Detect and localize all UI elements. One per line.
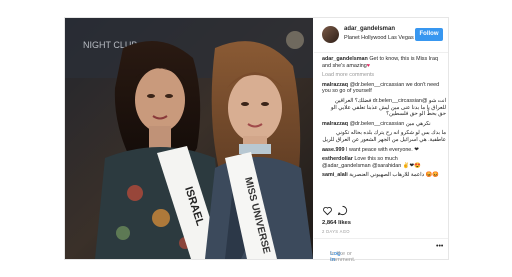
comment-item: malrazzaq @dr.belen__circassian نكرهي مي… (322, 121, 446, 128)
comment-username[interactable]: malrazzaq (322, 121, 348, 127)
comments-list[interactable]: adar_gandelsman Get to know, this is Mis… (322, 56, 446, 198)
comment-username[interactable]: aase.999 (322, 147, 344, 153)
comment-text: ما بدك بس لو شكرو انه رح يترك بلده بحاله… (322, 130, 446, 143)
comment-text: انت شو @dr.belen__circassian فضلك؟ العرا… (330, 97, 446, 118)
comment-item: انت شو @dr.belen__circassian فضلك؟ العرا… (322, 98, 446, 118)
login-prompt: Log in to like or comment. ••• (314, 238, 448, 263)
photo-illustration: NIGHT CLUB ISRAEL MISS UNIVERSE (65, 18, 313, 259)
comment-item: malrazzaq @dr.belen__circassian we don't… (322, 82, 446, 95)
comment-username[interactable]: sami_alali (322, 172, 348, 178)
heart-emoji: ♥ (366, 62, 370, 69)
post-photo[interactable]: NIGHT CLUB ISRAEL MISS UNIVERSE (65, 18, 313, 259)
more-options-icon[interactable]: ••• (436, 243, 443, 250)
comment-username[interactable]: malrazzaq (322, 82, 348, 88)
heart-icon[interactable] (322, 205, 333, 216)
comment-item: sami_alali داعمة للارهاب الصهيوني العنصر… (322, 172, 446, 179)
comment-item: aase.999 I want peace with everyone. ❤ (322, 147, 446, 154)
comment-text: @dr.belen__circassian نكرهي مين (349, 120, 431, 127)
comment-text: I want peace with everyone. ❤ (345, 146, 419, 153)
avatar[interactable] (322, 26, 339, 43)
caption: adar_gandelsman Get to know, this is Mis… (322, 56, 446, 69)
comment-username[interactable]: estherdollar (322, 156, 353, 162)
action-bar (322, 205, 446, 217)
post-header: adar_gandelsman Planet Hollywood Las Veg… (314, 18, 448, 53)
comment-item: ما بدك بس لو شكرو انه رح يترك بلده بحاله… (322, 130, 446, 143)
load-more-comments-link[interactable]: Load more comments (322, 72, 446, 79)
comment-text: داعمة للارهاب الصهيوني العنصرية 😡😡 (349, 172, 439, 179)
comment-item: estherdollar Love this so much @adar_gan… (322, 156, 446, 169)
login-rest-text: to like or comment. (330, 251, 356, 263)
header-location[interactable]: Planet Hollywood Las Vegas (344, 35, 414, 41)
header-username[interactable]: adar_gandelsman (344, 26, 395, 32)
caption-username[interactable]: adar_gandelsman (322, 56, 368, 62)
likes-count[interactable]: 2,864 likes (322, 220, 351, 226)
post-sidebar: adar_gandelsman Planet Hollywood Las Veg… (314, 18, 448, 263)
comment-icon[interactable] (337, 205, 348, 216)
instagram-post: NIGHT CLUB ISRAEL MISS UNIVERSE adar_gan… (64, 17, 449, 263)
post-timestamp: 2 DAYS AGO (322, 229, 350, 234)
follow-button[interactable]: Follow (415, 28, 443, 41)
